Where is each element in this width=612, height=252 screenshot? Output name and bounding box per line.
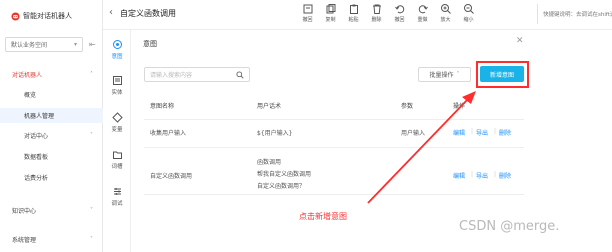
watermark: CSDN @merge. xyxy=(459,219,560,234)
annotation-arrow-icon xyxy=(367,91,476,204)
